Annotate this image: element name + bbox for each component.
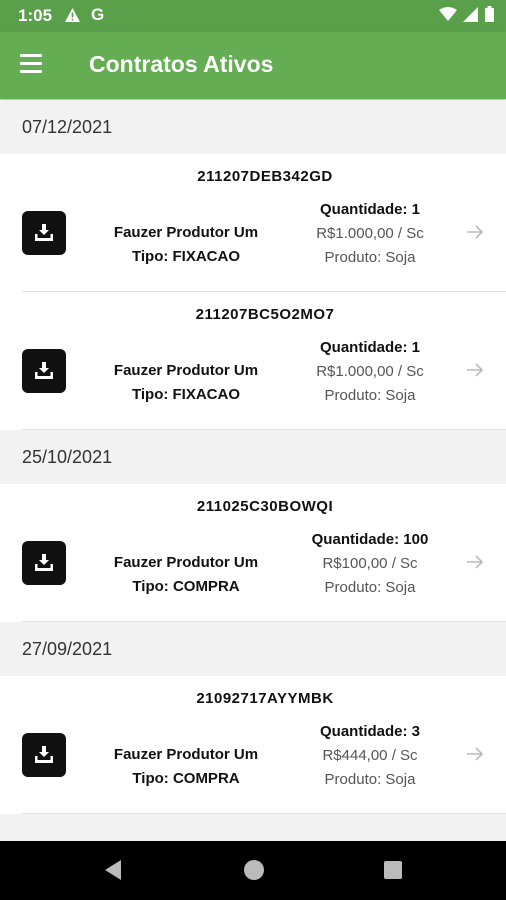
back-icon[interactable] (103, 859, 123, 881)
contract-card[interactable]: 211025C30BOWQI Fauzer Produtor Um Tipo: … (0, 484, 506, 622)
contract-card[interactable]: 211207BC5O2MO7 Fauzer Produtor Um Tipo: … (0, 292, 506, 430)
page-title: Contratos Ativos (89, 51, 274, 77)
producer-name: Fauzer Produtor Um (113, 746, 259, 763)
contract-card[interactable]: 21092717AYYMBK Fauzer Produtor Um Tipo: … (0, 676, 506, 814)
contract-price: R$1.000,00 / Sc (316, 363, 424, 380)
download-button[interactable] (22, 733, 66, 777)
contract-type: Tipo: FIXACAO (131, 248, 241, 265)
contract-price: R$100,00 / Sc (322, 555, 418, 572)
download-button[interactable] (22, 349, 66, 393)
recents-icon[interactable] (384, 861, 402, 879)
producer-name: Fauzer Produtor Um (113, 554, 259, 571)
contract-quantity: Quantidade: 1 (319, 201, 420, 218)
contract-type: Tipo: COMPRA (132, 770, 240, 787)
contract-code: 211207DEB342GD (197, 168, 333, 185)
contracts-list[interactable]: 07/12/2021 211207DEB342GD Fauzer Produto… (0, 100, 506, 841)
contract-product: Produto: Soja (324, 579, 416, 596)
download-button[interactable] (22, 541, 66, 585)
section-date-header: 07/12/2021 (0, 100, 506, 154)
producer-name: Fauzer Produtor Um (113, 224, 259, 241)
status-bar: 1:05 G (0, 0, 506, 32)
contract-price: R$444,00 / Sc (322, 747, 418, 764)
download-icon (35, 554, 53, 571)
contract-code: 211025C30BOWQI (196, 498, 334, 515)
contract-product: Produto: Soja (324, 387, 416, 404)
contract-quantity: Quantidade: 100 (311, 531, 429, 548)
home-icon[interactable] (244, 860, 264, 880)
download-button[interactable] (22, 211, 66, 255)
contract-quantity: Quantidade: 1 (319, 339, 420, 356)
google-icon: G (91, 5, 105, 24)
section-date-header-partial (0, 814, 506, 841)
system-nav-bar (0, 841, 506, 900)
arrow-right-icon[interactable] (466, 746, 484, 762)
contract-type: Tipo: COMPRA (132, 578, 240, 595)
contract-code: 21092717AYYMBK (196, 690, 334, 707)
signal-icon (463, 6, 478, 22)
download-icon (35, 362, 53, 379)
contract-price: R$1.000,00 / Sc (316, 225, 424, 242)
wifi-icon (439, 6, 457, 21)
download-icon (35, 224, 53, 241)
producer-name: Fauzer Produtor Um (113, 362, 259, 379)
app-bar: Contratos Ativos (0, 32, 506, 99)
contract-product: Produto: Soja (324, 249, 416, 266)
status-time: 1:05 (18, 6, 53, 25)
download-icon (35, 746, 53, 763)
hamburger-menu-icon[interactable] (20, 54, 44, 76)
arrow-right-icon[interactable] (466, 224, 484, 240)
arrow-right-icon[interactable] (466, 362, 484, 378)
section-date-header: 27/09/2021 (0, 622, 506, 676)
contract-card[interactable]: 211207DEB342GD Fauzer Produtor Um Tipo: … (0, 154, 506, 292)
arrow-right-icon[interactable] (466, 554, 484, 570)
contract-type: Tipo: FIXACAO (131, 386, 241, 403)
contract-quantity: Quantidade: 3 (319, 723, 420, 740)
warning-icon (65, 8, 80, 22)
section-date-header: 25/10/2021 (0, 430, 506, 484)
battery-icon (485, 6, 494, 22)
contract-code: 211207BC5O2MO7 (195, 306, 335, 323)
contract-product: Produto: Soja (324, 771, 416, 788)
